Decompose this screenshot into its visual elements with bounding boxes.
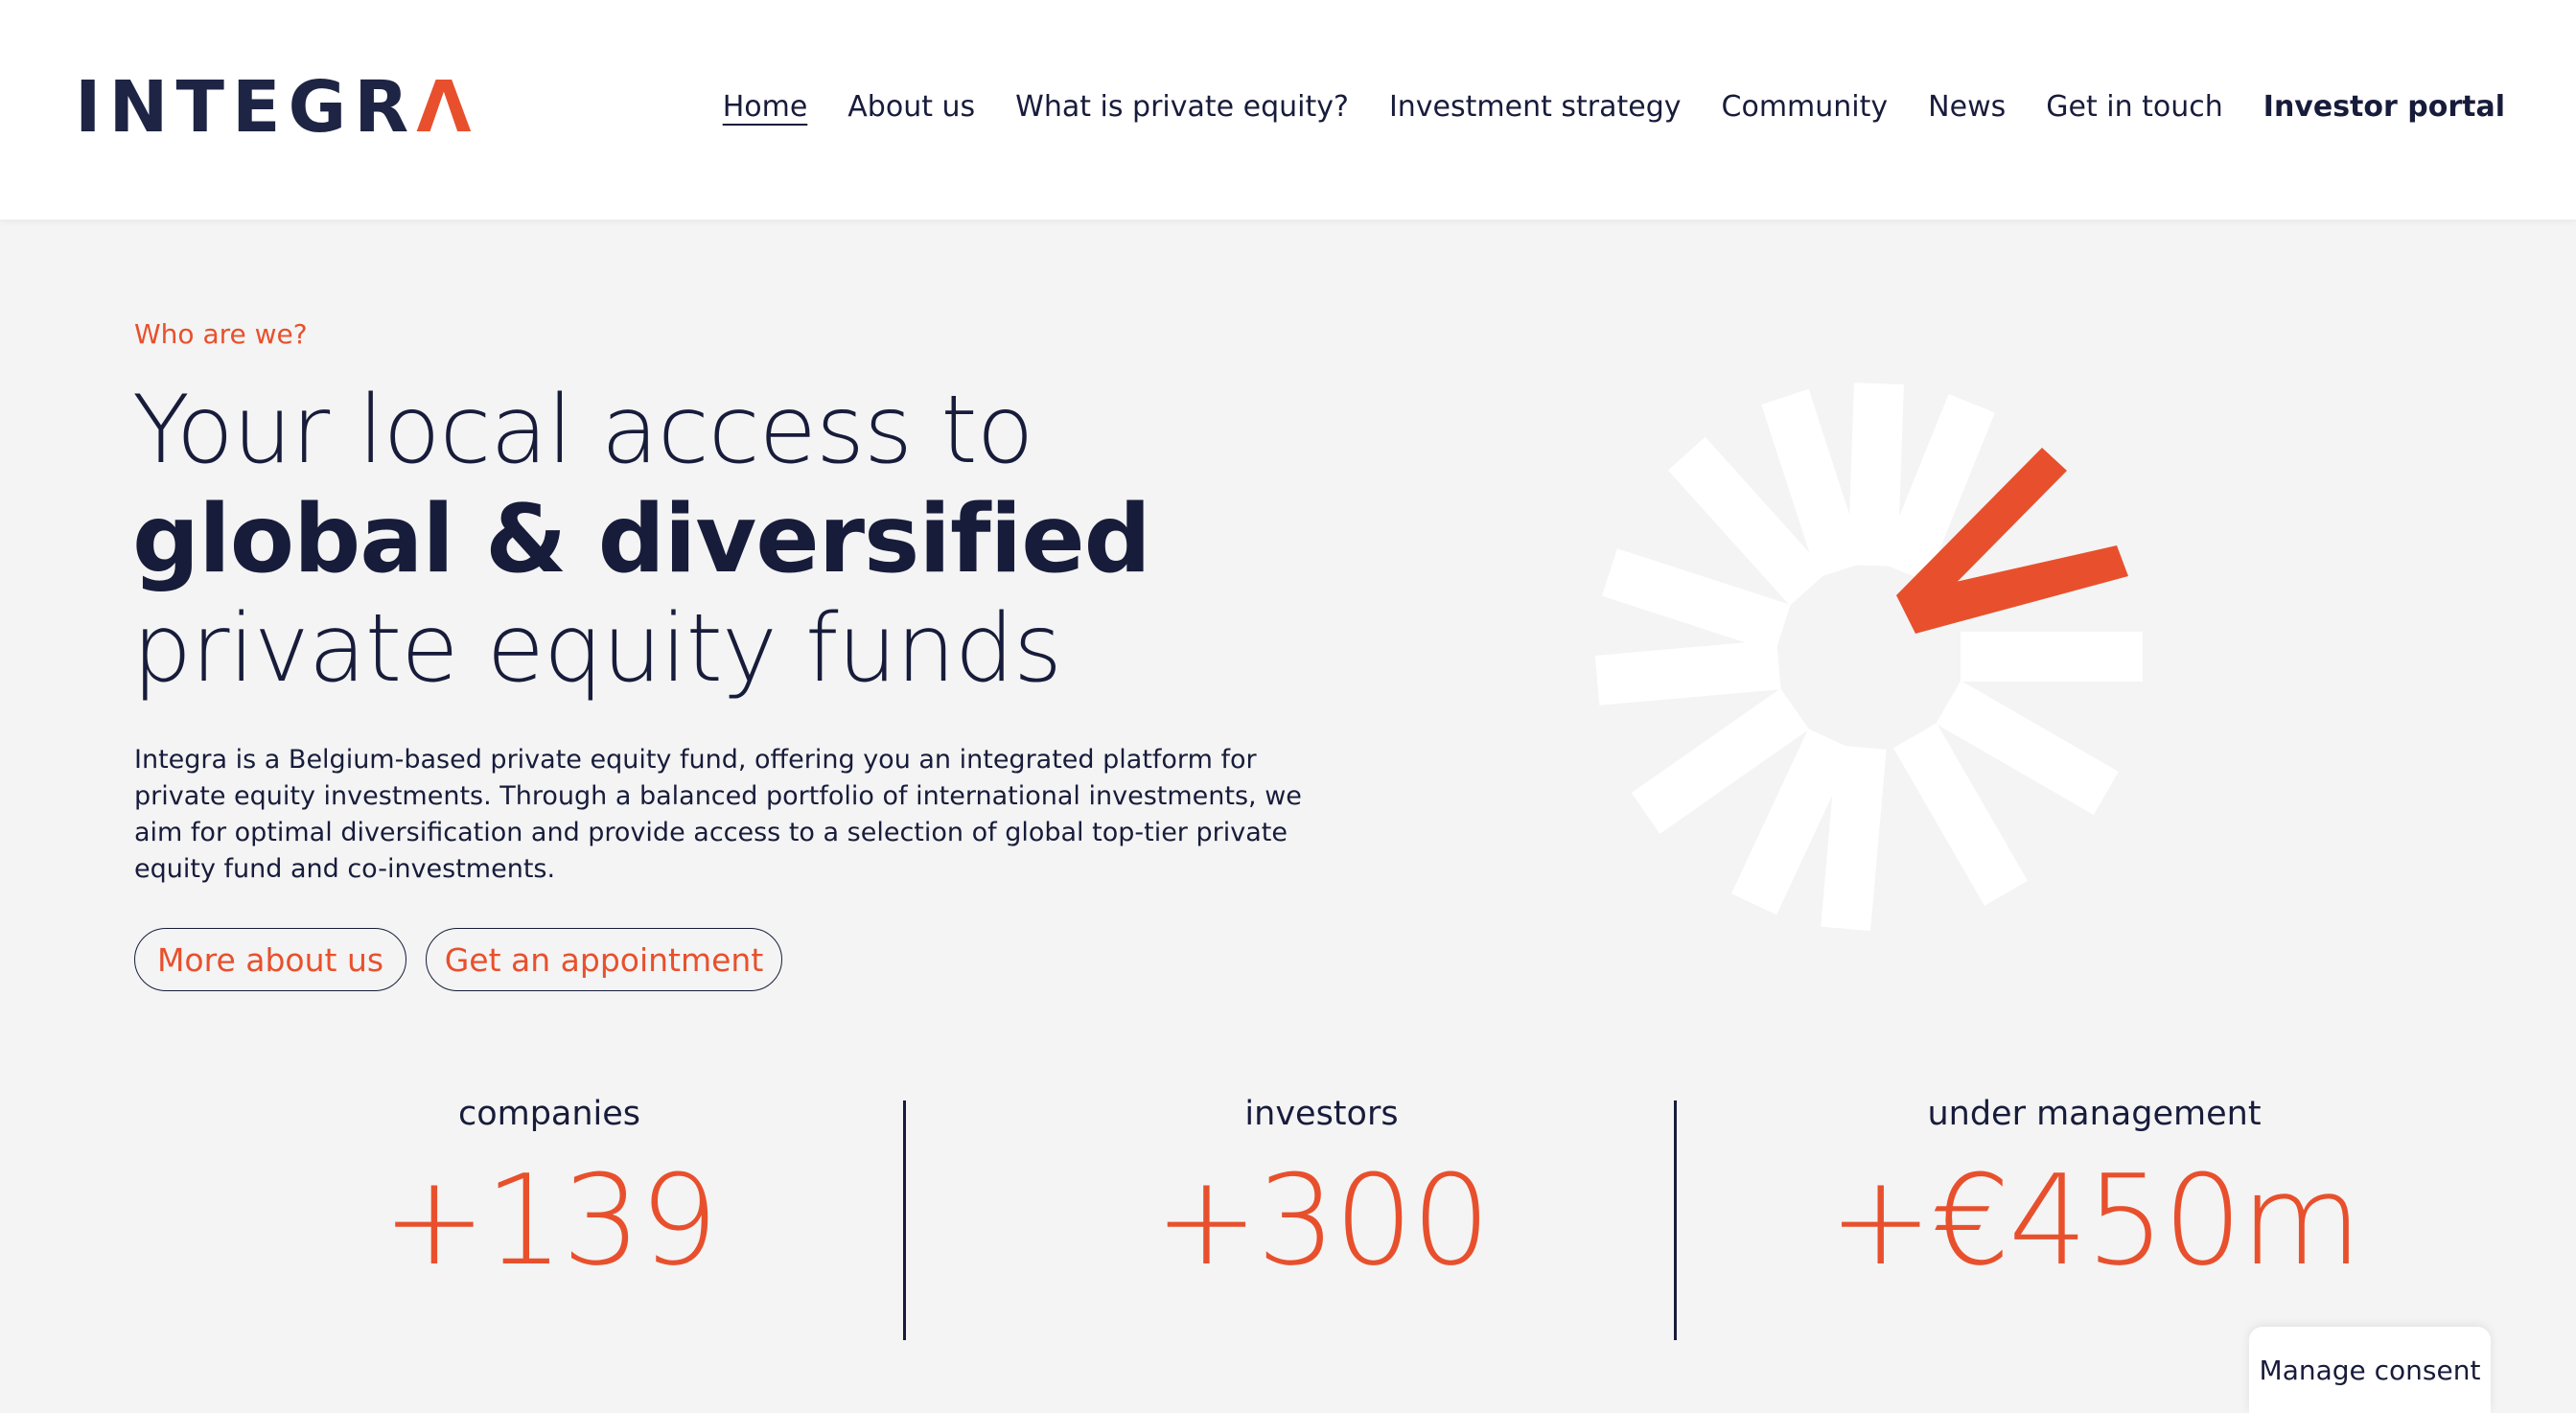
stat-label: companies xyxy=(457,1095,641,1133)
nav-get-in-touch[interactable]: Get in touch xyxy=(2046,84,2223,130)
get-appointment-button[interactable]: Get an appointment xyxy=(426,928,782,991)
site-header: INTEGRΛ Home About us What is private eq… xyxy=(0,0,2576,220)
stat-companies: companies +139 xyxy=(161,1093,938,1292)
nav-community[interactable]: Community xyxy=(1722,84,1889,130)
stat-value: +300 xyxy=(1153,1147,1491,1293)
nav-investor-portal[interactable]: Investor portal xyxy=(2263,84,2505,130)
nav-about-us[interactable]: About us xyxy=(847,84,975,130)
headline-bold: global & diversified xyxy=(132,485,1151,594)
headline-part1: Your local access to xyxy=(132,376,1034,485)
nav-home[interactable]: Home xyxy=(723,84,808,130)
stat-value: +€450m xyxy=(1828,1147,2361,1293)
manage-consent-button[interactable]: Manage consent xyxy=(2249,1327,2491,1413)
nav-news[interactable]: News xyxy=(1928,84,2006,130)
stat-under-management: under management +€450m xyxy=(1708,1093,2480,1292)
stat-value: +139 xyxy=(382,1147,718,1293)
hero-eyebrow: Who are we? xyxy=(134,318,308,350)
more-about-us-button[interactable]: More about us xyxy=(134,928,406,991)
hero-headline: Your local access to global & diversifie… xyxy=(132,376,1340,704)
stat-label: investors xyxy=(1244,1095,1399,1133)
integra-radial-mark-icon xyxy=(1594,382,2143,932)
stat-investors: investors +300 xyxy=(936,1093,1707,1292)
integra-logo[interactable]: INTEGRΛ xyxy=(75,69,479,146)
headline-part2: private equity funds xyxy=(132,594,1062,704)
stat-divider xyxy=(1674,1100,1677,1340)
logo-text: INTEGR xyxy=(75,66,417,149)
nav-investment-strategy[interactable]: Investment strategy xyxy=(1389,84,1682,130)
stat-divider xyxy=(903,1100,906,1340)
main-nav: Home About us What is private equity? In… xyxy=(683,84,2505,130)
stat-label: under management xyxy=(1927,1095,2262,1133)
nav-what-is-private-equity[interactable]: What is private equity? xyxy=(1015,84,1349,130)
logo-accent: Λ xyxy=(416,66,479,149)
hero-intro: Integra is a Belgium-based private equit… xyxy=(134,745,1302,884)
